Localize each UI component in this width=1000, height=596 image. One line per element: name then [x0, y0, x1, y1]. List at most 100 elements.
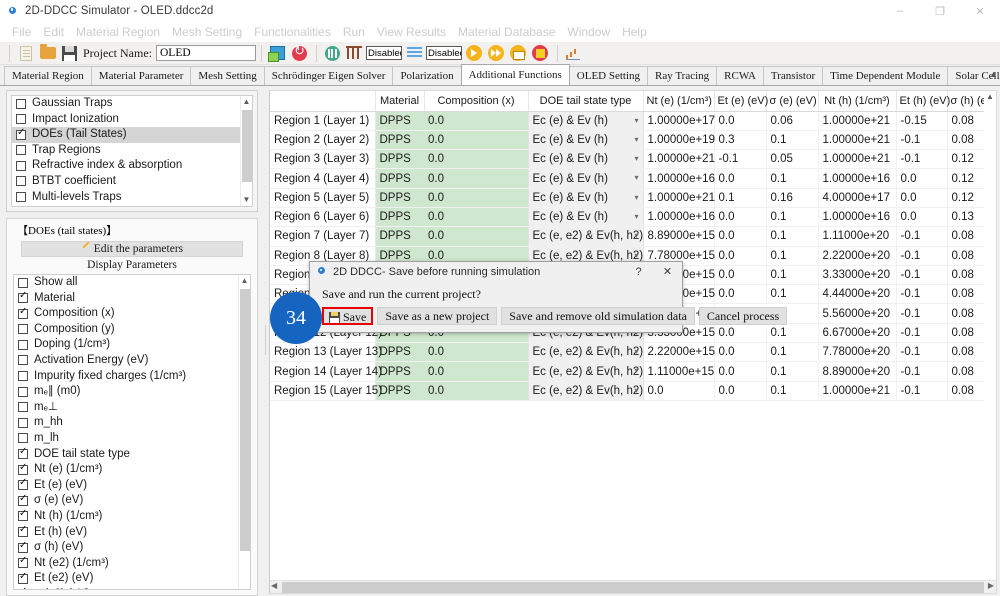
new-document-icon[interactable]	[15, 43, 36, 63]
chevron-down-icon[interactable]: ▾	[634, 347, 638, 356]
cell-sig-e[interactable]: 0.1	[766, 284, 819, 305]
stop-icon[interactable]	[530, 43, 551, 63]
cell-sig-e[interactable]: 0.1	[766, 168, 819, 189]
menu-window[interactable]: Window	[561, 24, 616, 40]
list-item[interactable]: σ (h) (eV)	[14, 540, 250, 556]
checkbox[interactable]	[18, 524, 28, 537]
list-item[interactable]: Nt (e2) (1/cm³)	[14, 555, 250, 572]
panel-splitter[interactable]	[262, 86, 269, 594]
list-item[interactable]: Activation Energy (eV)	[14, 353, 250, 369]
save-and-remove-old-data-button[interactable]: Save and remove old simulation data	[501, 307, 695, 325]
edit-parameters-button[interactable]: Edit the parameters	[21, 241, 243, 257]
cell-nt-e[interactable]: 1.00000e+16	[643, 207, 715, 228]
table-row[interactable]: Region 7 (Layer 7) DPPS 0.0 Ec (e, e2) & Ev…	[270, 226, 996, 247]
chevron-right-icon[interactable]: ▶	[988, 581, 994, 590]
table-row[interactable]: Region 2 (Layer 2) DPPS 0.0 Ec (e) & Ev (h)…	[270, 129, 996, 151]
cell-sig-e[interactable]: 0.16	[766, 188, 819, 208]
cell-nt-h[interactable]: 1.00000e+21	[818, 111, 897, 131]
checkbox[interactable]	[18, 386, 28, 397]
cell-sig-e[interactable]: 0.1	[766, 361, 819, 382]
list-item[interactable]: Impact Ionization	[12, 112, 252, 128]
checkbox[interactable]	[18, 571, 28, 584]
plot-chart-icon[interactable]	[563, 43, 584, 63]
scrollbar-thumb[interactable]	[282, 582, 984, 593]
cell-sig-e[interactable]: 0.1	[766, 342, 819, 363]
table-row[interactable]: Region 13 (Layer 13) DPPS 0.0 Ec (e, e2) & …	[270, 342, 996, 363]
cell-doe-type[interactable]: Ec (e, e2) & Ev(h, h2)▾	[527, 342, 644, 363]
cell-sig-e[interactable]: 0.1	[766, 226, 819, 247]
save-as-new-project-button[interactable]: Save as a new project	[377, 307, 498, 325]
cell-nt-h[interactable]: 7.78000e+20	[818, 342, 897, 363]
cell-nt-e[interactable]: 1.00000e+19	[643, 130, 715, 151]
band-diagram-icon[interactable]	[344, 43, 365, 63]
chevron-down-icon[interactable]: ▾	[634, 251, 638, 260]
cell-et-h[interactable]: 0.0	[896, 207, 948, 228]
close-button[interactable]: ✕	[960, 0, 1000, 22]
cell-doe-type[interactable]: Ec (e) & Ev (h) ▾	[527, 149, 644, 170]
menu-file[interactable]: File	[6, 24, 37, 40]
cell-et-h[interactable]: -0.1	[896, 342, 948, 363]
cell-nt-h[interactable]: 1.00000e+21	[818, 130, 897, 151]
list-item[interactable]: Composition (x)	[14, 306, 250, 322]
chevron-up-icon[interactable]: ▲	[989, 69, 998, 79]
checkbox[interactable]	[18, 477, 28, 491]
tab-rcwa[interactable]: RCWA	[716, 66, 764, 85]
cell-et-h[interactable]: -0.1	[896, 226, 948, 247]
checkbox[interactable]	[16, 176, 26, 187]
cell-et-e[interactable]: -0.1	[714, 149, 767, 170]
cell-et-h[interactable]: 0.0	[896, 188, 948, 208]
cell-sig-e[interactable]: 0.1	[766, 323, 819, 344]
cell-et-h[interactable]: 0.0	[896, 168, 948, 189]
cell-sig-e[interactable]: 0.1	[766, 381, 819, 401]
checkbox[interactable]	[18, 290, 28, 304]
cell-doe-type[interactable]: Ec (e) & Ev (h) ▾	[527, 206, 644, 228]
mesh-icon[interactable]	[322, 43, 343, 63]
cell-sig-e[interactable]: 0.1	[766, 130, 819, 151]
cell-sig-e[interactable]: 0.1	[766, 246, 819, 266]
list-item[interactable]: Nt (h) (1/cm³)	[14, 508, 250, 525]
cell-nt-e[interactable]: 0.0	[643, 381, 715, 401]
list-item[interactable]: σ (e) (eV)	[14, 493, 250, 509]
cell-nt-h[interactable]: 2.22000e+20	[818, 246, 897, 266]
cell-sig-e[interactable]: 0.1	[766, 207, 819, 228]
cell-nt-h[interactable]: 8.89000e+20	[818, 361, 897, 382]
list-item[interactable]: Composition (y)	[14, 322, 250, 338]
chevron-down-icon[interactable]: ▾	[634, 116, 638, 125]
features-list-scrollbar[interactable]: ▲ ▼	[240, 96, 252, 206]
list-item-does-tail-states[interactable]: DOEs (Tail States)	[12, 127, 252, 143]
save-disk-icon[interactable]	[59, 43, 80, 63]
table-row[interactable]: Region 4 (Layer 4) DPPS 0.0 Ec (e) & Ev (h)…	[270, 168, 996, 189]
cell-nt-h[interactable]: 4.00000e+17	[818, 188, 897, 208]
cell-et-e[interactable]: 0.1	[714, 188, 767, 208]
cell-nt-e[interactable]: 2.22000e+15	[643, 342, 715, 363]
table-row[interactable]: Region 5 (Layer 5) DPPS 0.0 Ec (e) & Ev (h)…	[270, 187, 996, 208]
chevron-down-icon[interactable]: ▼	[241, 194, 252, 206]
open-folder-icon[interactable]	[37, 43, 58, 63]
cell-doe-type[interactable]: Ec (e, e2) & Ev(h, h2)▾	[527, 380, 644, 401]
list-item[interactable]: Show all	[14, 275, 250, 291]
checkbox[interactable]	[16, 114, 26, 125]
cell-sig-e[interactable]: 0.1	[766, 265, 819, 286]
checkbox[interactable]	[18, 277, 28, 288]
run-play-icon[interactable]	[464, 43, 485, 63]
project-name-input[interactable]	[155, 45, 256, 61]
tab-ray-tracing[interactable]: Ray Tracing	[647, 66, 718, 85]
checkbox[interactable]	[18, 306, 28, 319]
cell-nt-e[interactable]: 1.00000e+21	[643, 188, 715, 208]
chevron-down-icon[interactable]: ▾	[634, 212, 638, 221]
run-and-save-icon[interactable]	[508, 43, 529, 63]
cell-et-e[interactable]: 0.0	[714, 342, 767, 363]
list-item[interactable]: Refractive index & absorption	[12, 158, 252, 174]
list-item[interactable]: Doping (1/cm³)	[14, 337, 250, 353]
checkbox[interactable]	[18, 462, 28, 475]
cell-et-e[interactable]: 0.0	[714, 168, 767, 189]
maximize-button[interactable]: ❐	[920, 0, 960, 22]
table-horizontal-scrollbar[interactable]: ◀ ▶	[270, 580, 996, 593]
cell-et-e[interactable]: 0.0	[714, 111, 767, 131]
menu-material-region[interactable]: Material Region	[70, 24, 166, 40]
list-item[interactable]: Impurity fixed charges (1/cm³)	[14, 369, 250, 385]
list-item[interactable]: m_lh	[14, 431, 250, 447]
menu-help[interactable]: Help	[616, 24, 653, 40]
cancel-process-button[interactable]: Cancel process	[698, 307, 788, 325]
checkbox[interactable]	[18, 540, 28, 553]
